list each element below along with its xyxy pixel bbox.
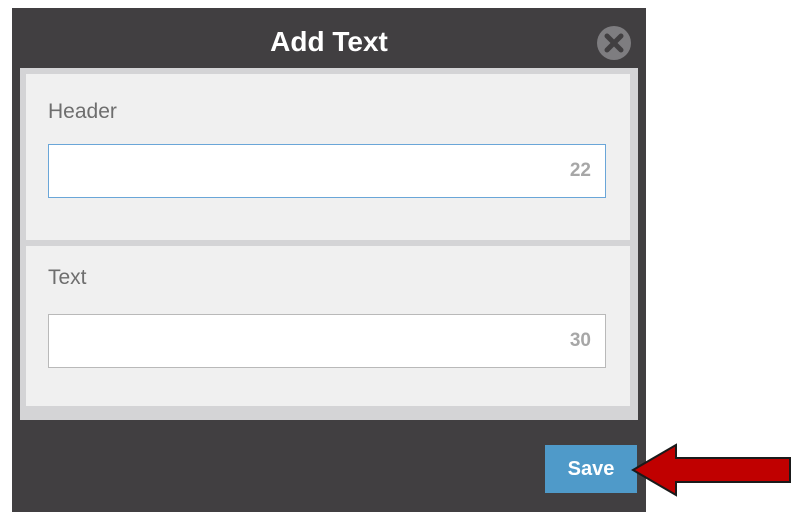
header-char-counter: 22 [569, 160, 591, 181]
save-button[interactable]: Save [545, 445, 637, 493]
close-button[interactable] [597, 26, 631, 60]
header-field[interactable]: 22 [48, 144, 606, 198]
screenshot-stage: Add Text Header 22 Text 30 Save [0, 0, 793, 512]
text-field[interactable]: 30 [48, 314, 606, 368]
text-input[interactable] [49, 315, 549, 367]
dialog-title: Add Text [270, 26, 388, 57]
header-section: Header 22 [26, 74, 630, 240]
header-input[interactable] [49, 145, 549, 197]
add-text-dialog: Add Text Header 22 Text 30 Save [12, 8, 646, 512]
text-section: Text 30 [26, 246, 630, 406]
text-char-counter: 30 [569, 330, 591, 351]
text-label: Text [48, 266, 87, 289]
arrow-left-icon [631, 443, 791, 497]
close-icon [604, 33, 624, 53]
form-panel: Header 22 Text 30 [20, 68, 638, 420]
header-label: Header [48, 100, 117, 123]
